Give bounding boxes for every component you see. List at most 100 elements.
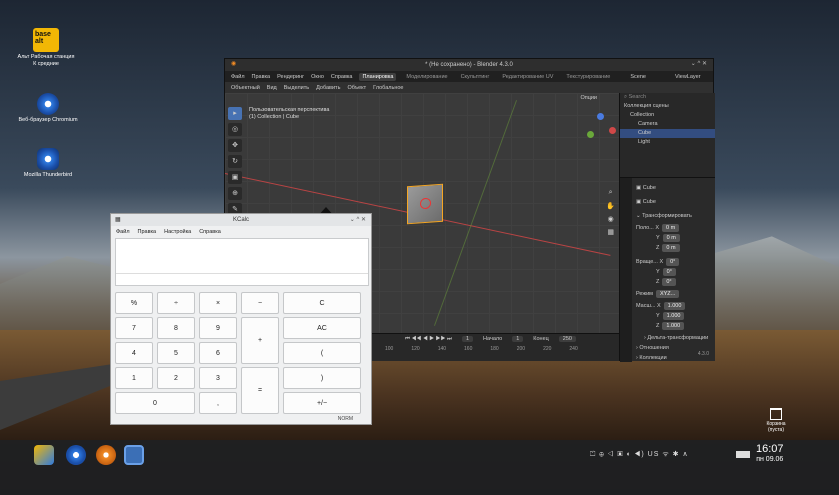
transform-orientation[interactable]: Глобальное — [373, 85, 403, 91]
camera-view-icon[interactable]: ◉ — [606, 215, 615, 223]
rotation-y-field[interactable]: 0° — [662, 268, 676, 276]
all-clear-button[interactable]: AC — [283, 317, 361, 339]
playback-controls-icon[interactable]: ⏮ ◀◀ ◀ ▶ ▶▶ ⏭ — [405, 336, 452, 343]
outliner-row[interactable]: Collection — [620, 111, 715, 120]
menu-file[interactable]: Файл — [231, 74, 245, 80]
menu-view[interactable]: Вид — [267, 85, 277, 91]
rotation-mode[interactable]: Режим XYZ... — [636, 290, 680, 298]
outliner-row[interactable]: Camera — [620, 120, 715, 129]
tab-uv-editing[interactable]: Редактирование UV — [499, 73, 556, 81]
digit-6-button[interactable]: 6 — [199, 342, 237, 364]
rotation-y[interactable]: Y 0° — [656, 268, 676, 276]
overlay-options[interactable]: Опции — [580, 95, 597, 101]
cube-object[interactable] — [407, 183, 443, 225]
tab-layout[interactable]: Планировка — [359, 72, 397, 81]
menu-help[interactable]: Справка — [199, 229, 221, 235]
outliner-row[interactable]: Cube — [620, 129, 715, 138]
desktop-icon-trash[interactable]: Корзина (пуста) — [764, 408, 788, 433]
tab-modeling[interactable]: Моделирование — [403, 73, 450, 81]
clock[interactable]: 16:07 пн 09.06 — [756, 443, 784, 464]
outliner-search[interactable]: ⌕ Search — [620, 93, 715, 102]
properties-tabs[interactable] — [620, 178, 632, 362]
menu-settings[interactable]: Настройка — [164, 229, 191, 235]
digit-7-button[interactable]: 7 — [115, 317, 153, 339]
scale-z-field[interactable]: 1.000 — [662, 322, 685, 330]
divide-button[interactable]: ÷ — [157, 292, 195, 314]
menu-select[interactable]: Выделить — [284, 85, 309, 91]
object-name-field[interactable]: ▣ Cube — [636, 184, 656, 192]
location-z-field[interactable]: 0 m — [662, 244, 680, 252]
desktop-icon-alt[interactable]: base alt Альт Рабочая станция К средние — [16, 28, 76, 68]
close-paren-button[interactable]: ) — [283, 367, 361, 389]
location-x-field[interactable]: 0 m — [662, 224, 680, 232]
scale-z[interactable]: Z 1.000 — [656, 322, 685, 330]
location-y[interactable]: Y0 m — [656, 234, 680, 242]
current-frame-field[interactable]: 1 — [461, 336, 474, 342]
battery-icon[interactable] — [736, 451, 750, 458]
digit-8-button[interactable]: 8 — [157, 317, 195, 339]
desktop-icon-thunderbird[interactable]: Mozilla Thunderbird — [18, 148, 78, 179]
system-tray[interactable]: ⏍ ⊕ ◁ ▣ ◐ ◀) US ᯤ ✱ ∧ — [590, 450, 689, 459]
tab-texturing[interactable]: Текстурирование — [563, 73, 613, 81]
menu-render[interactable]: Рендеринг — [277, 74, 304, 80]
scene-selector[interactable]: Scene — [630, 74, 646, 80]
tab-sculpting[interactable]: Скульптинг — [458, 73, 493, 81]
pan-icon[interactable]: ✋ — [606, 202, 615, 210]
chromium-taskbar-icon[interactable] — [66, 445, 86, 465]
rotation-z[interactable]: Z 0° — [656, 278, 676, 286]
rotation-x[interactable]: Враще... X 0° — [636, 258, 680, 266]
percent-button[interactable]: % — [115, 292, 153, 314]
digit-2-button[interactable]: 2 — [157, 367, 195, 389]
digit-5-button[interactable]: 5 — [157, 342, 195, 364]
location-x[interactable]: Поло... X0 m — [636, 224, 680, 232]
menu-window[interactable]: Окно — [311, 74, 324, 80]
menu-add[interactable]: Добавить — [316, 85, 340, 91]
desktop-icon-chromium[interactable]: Веб-браузер Chromium — [18, 93, 78, 124]
rotation-mode-field[interactable]: XYZ... — [655, 290, 680, 298]
blender-taskbar-icon[interactable] — [96, 445, 116, 465]
menu-edit[interactable]: Правка — [252, 74, 271, 80]
window-controls[interactable]: ⌄ ^ ✕ — [691, 60, 707, 67]
gizmo-z-icon[interactable] — [597, 113, 604, 120]
outliner-row[interactable]: Коллекция сцены — [620, 102, 715, 111]
equals-button[interactable]: = — [241, 367, 279, 414]
window-controls[interactable]: ⌄ ^ ✕ — [350, 216, 366, 223]
blender-titlebar[interactable]: ◉ * (Не сохранено) - Blender 4.3.0 ⌄ ^ ✕ — [225, 59, 713, 71]
move-tool-icon[interactable]: ✥ — [228, 139, 242, 152]
scale-y-field[interactable]: 1.000 — [662, 312, 685, 320]
menu-help[interactable]: Справка — [331, 74, 353, 80]
viewlayer-selector[interactable]: ViewLayer — [675, 74, 701, 80]
gizmo-y-icon[interactable] — [587, 131, 594, 138]
menu-object[interactable]: Объект — [347, 85, 366, 91]
kcalc-titlebar[interactable]: ▦ KCalc ⌄ ^ ✕ — [111, 214, 371, 226]
rotate-tool-icon[interactable]: ↻ — [228, 155, 242, 168]
digit-9-button[interactable]: 9 — [199, 317, 237, 339]
sign-toggle-button[interactable]: +/− — [283, 392, 361, 414]
location-z[interactable]: Z0 m — [656, 244, 680, 252]
rotation-x-field[interactable]: 0° — [666, 258, 680, 266]
gizmo-x-icon[interactable] — [609, 127, 616, 134]
clear-button[interactable]: C — [283, 292, 361, 314]
cursor-tool-icon[interactable]: ◎ — [228, 123, 242, 136]
navigation-gizmo[interactable] — [585, 113, 616, 143]
scale-x[interactable]: Масш... X 1.000 — [636, 302, 686, 310]
digit-4-button[interactable]: 4 — [115, 342, 153, 364]
decimal-button[interactable]: , — [199, 392, 237, 414]
transform-section[interactable]: ⌄ Трансформировать — [636, 212, 692, 220]
start-frame-field[interactable]: 1 — [512, 336, 524, 342]
location-y-field[interactable]: 0 m — [662, 234, 680, 242]
kcalc-taskbar-icon[interactable] — [124, 445, 144, 465]
digit-3-button[interactable]: 3 — [199, 367, 237, 389]
data-name-field[interactable]: ▣ Cube — [636, 198, 656, 206]
delta-transform-section[interactable]: › Дельта-трансформации — [644, 334, 708, 342]
open-paren-button[interactable]: ( — [283, 342, 361, 364]
zoom-icon[interactable]: ⌕ — [606, 189, 615, 197]
menu-edit[interactable]: Правка — [138, 229, 157, 235]
app-launcher-icon[interactable] — [34, 445, 54, 465]
rotation-z-field[interactable]: 0° — [662, 278, 676, 286]
mode-selector[interactable]: Объектный — [231, 85, 260, 91]
digit-0-button[interactable]: 0 — [115, 392, 195, 414]
digit-1-button[interactable]: 1 — [115, 367, 153, 389]
plus-button[interactable]: + — [241, 317, 279, 364]
select-tool-icon[interactable]: ▸ — [228, 107, 242, 120]
